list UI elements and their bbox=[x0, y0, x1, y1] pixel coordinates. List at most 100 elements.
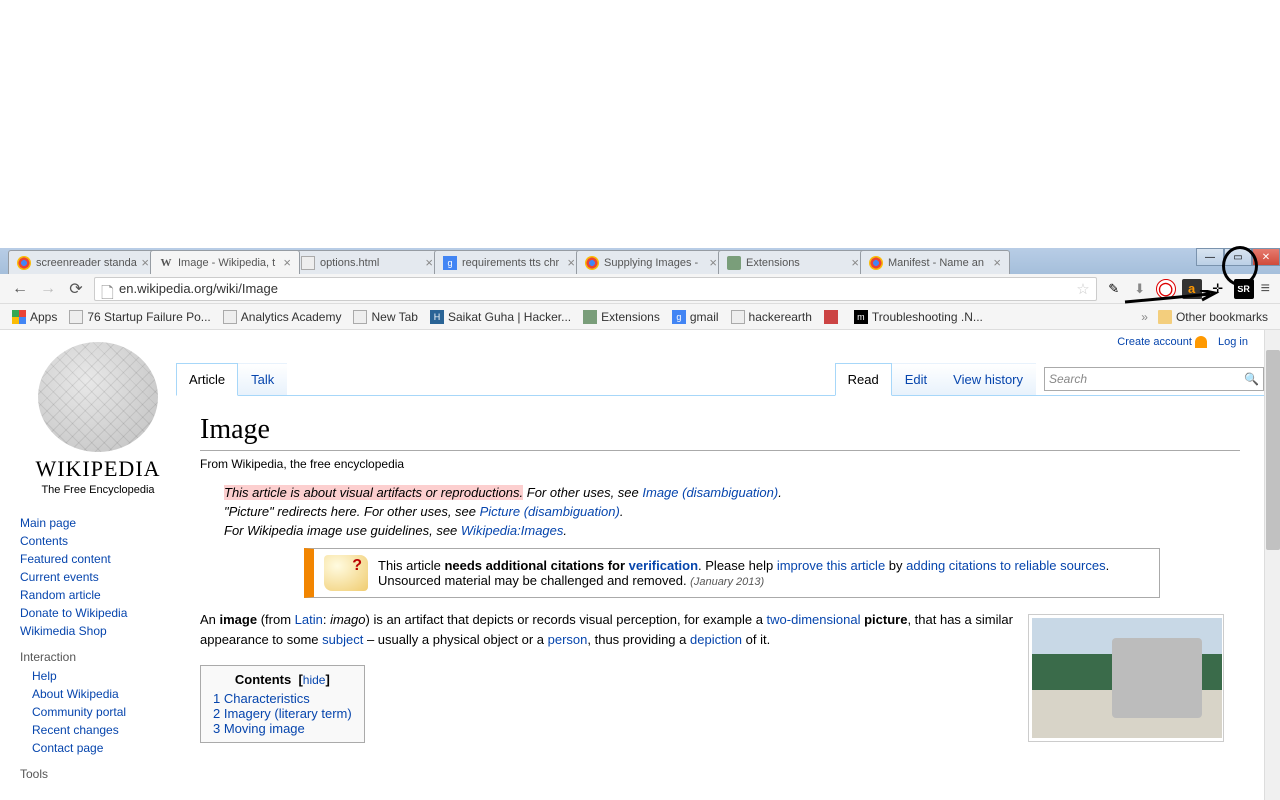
tab-manifest[interactable]: Manifest - Name an × bbox=[860, 250, 1010, 274]
nav-shop[interactable]: Wikimedia Shop bbox=[20, 622, 176, 640]
file-icon bbox=[223, 310, 237, 324]
table-of-contents: Contents [hide] 1 Characteristics 2 Imag… bbox=[200, 665, 365, 743]
nav-contents[interactable]: Contents bbox=[20, 532, 176, 550]
bookmark-label: hackerearth bbox=[749, 310, 812, 324]
close-icon[interactable]: × bbox=[567, 255, 575, 270]
m-icon: m bbox=[854, 310, 868, 324]
nav-contact[interactable]: Contact page bbox=[20, 739, 176, 757]
bookmark-item[interactable]: Analytics Academy bbox=[217, 306, 348, 328]
close-icon[interactable]: × bbox=[851, 255, 859, 270]
search-placeholder: Search bbox=[1049, 372, 1244, 386]
tab-talk[interactable]: Talk bbox=[238, 363, 287, 395]
link-latin[interactable]: Latin bbox=[295, 612, 323, 627]
chrome-menu-button[interactable]: ≡ bbox=[1257, 280, 1274, 298]
link-verification[interactable]: verification bbox=[629, 558, 698, 573]
bookmark-star-icon[interactable]: ☆ bbox=[1076, 280, 1089, 298]
link-improve[interactable]: improve this article bbox=[777, 558, 885, 573]
tab-options[interactable]: options.html × bbox=[292, 250, 442, 274]
bookmark-item[interactable]: 76 Startup Failure Po... bbox=[63, 306, 216, 328]
whitespace-top bbox=[0, 0, 1280, 248]
sr-extension-icon[interactable]: SR bbox=[1234, 279, 1254, 299]
tab-history[interactable]: View history bbox=[940, 363, 1036, 395]
file-icon bbox=[69, 310, 83, 324]
bookmark-item[interactable] bbox=[818, 306, 848, 328]
tab-label: Manifest - Name an bbox=[888, 257, 989, 269]
link-picture-disambig[interactable]: Picture (disambiguation) bbox=[480, 504, 620, 519]
close-icon[interactable]: × bbox=[141, 255, 149, 270]
back-button[interactable]: ← bbox=[8, 277, 32, 301]
bookmarks-bar: Apps 76 Startup Failure Po... Analytics … bbox=[0, 304, 1280, 330]
toc-item[interactable]: 3 Moving image bbox=[213, 721, 305, 736]
tab-article[interactable]: Article bbox=[176, 363, 238, 396]
file-icon bbox=[731, 310, 745, 324]
bookmark-item[interactable]: New Tab bbox=[347, 306, 423, 328]
create-account-link[interactable]: Create account bbox=[1117, 336, 1192, 348]
link-two-dimensional[interactable]: two-dimensional bbox=[767, 612, 861, 627]
nav-recent-changes[interactable]: Recent changes bbox=[20, 721, 176, 739]
nav-help[interactable]: Help bbox=[20, 667, 176, 685]
tab-read[interactable]: Read bbox=[835, 363, 892, 396]
apps-button[interactable]: Apps bbox=[6, 306, 63, 328]
bookmark-item[interactable]: Extensions bbox=[577, 306, 666, 328]
nav-about[interactable]: About Wikipedia bbox=[20, 685, 176, 703]
bookmark-label: Extensions bbox=[601, 310, 660, 324]
link-subject[interactable]: subject bbox=[322, 632, 363, 647]
nav-heading-tools: Tools bbox=[20, 757, 176, 784]
tab-label: Image - Wikipedia, t bbox=[178, 257, 279, 269]
tab-label: requirements tts chr bbox=[462, 257, 563, 269]
scrollbar-thumb[interactable] bbox=[1266, 350, 1280, 550]
wiki-search-input[interactable]: Search 🔍 bbox=[1044, 367, 1264, 391]
maximize-button[interactable]: ▭ bbox=[1224, 248, 1252, 266]
bookmark-item[interactable]: HSaikat Guha | Hacker... bbox=[424, 306, 577, 328]
wiki-wordmark: WIKIPEDIA bbox=[20, 456, 176, 482]
search-icon[interactable]: 🔍 bbox=[1244, 372, 1259, 386]
login-link[interactable]: Log in bbox=[1218, 336, 1248, 348]
wiki-tagline: The Free Encyclopedia bbox=[20, 484, 176, 496]
tab-requirements[interactable]: grequirements tts chr× bbox=[434, 250, 584, 274]
tab-screenreader[interactable]: screenreader standa × bbox=[8, 250, 158, 274]
nav-current-events[interactable]: Current events bbox=[20, 568, 176, 586]
reload-button[interactable]: ⟳ bbox=[64, 277, 88, 301]
close-window-button[interactable]: ✕ bbox=[1252, 248, 1280, 266]
favicon-icon bbox=[824, 310, 838, 324]
tab-label: options.html bbox=[320, 257, 421, 269]
close-icon[interactable]: × bbox=[425, 255, 433, 270]
close-icon[interactable]: × bbox=[709, 255, 717, 270]
nav-featured[interactable]: Featured content bbox=[20, 550, 176, 568]
link-depiction[interactable]: depiction bbox=[690, 632, 742, 647]
nav-random[interactable]: Random article bbox=[20, 586, 176, 604]
hatnote-picture: "Picture" redirects here. For other uses… bbox=[224, 504, 1240, 519]
link-adding-citations[interactable]: adding citations to reliable sources bbox=[906, 558, 1105, 573]
link-person[interactable]: person bbox=[548, 632, 588, 647]
close-icon[interactable]: × bbox=[283, 255, 291, 270]
tab-label: screenreader standa bbox=[36, 257, 137, 269]
toc-item[interactable]: 1 Characteristics bbox=[213, 691, 310, 706]
tab-supplying-images[interactable]: Supplying Images -× bbox=[576, 250, 726, 274]
tab-extensions[interactable]: Extensions × bbox=[718, 250, 868, 274]
page-icon: 🗋 bbox=[101, 282, 115, 296]
close-icon[interactable]: × bbox=[993, 255, 1001, 270]
tab-label: Extensions bbox=[746, 257, 847, 269]
nav-donate[interactable]: Donate to Wikipedia bbox=[20, 604, 176, 622]
wiki-logo[interactable]: WIKIPEDIA The Free Encyclopedia bbox=[20, 342, 176, 496]
annotation-arrow bbox=[1120, 290, 1220, 310]
toc-item[interactable]: 2 Imagery (literary term) bbox=[213, 706, 352, 721]
minimize-button[interactable]: — bbox=[1196, 248, 1224, 266]
folder-icon bbox=[1158, 310, 1172, 324]
toc-hide-link[interactable]: hide bbox=[303, 673, 326, 687]
address-bar[interactable]: 🗋 en.wikipedia.org/wiki/Image ☆ bbox=[94, 277, 1097, 301]
bookmark-item[interactable]: hackerearth bbox=[725, 306, 818, 328]
bookmark-item[interactable]: mTroubleshooting .N... bbox=[848, 306, 989, 328]
bookmark-item[interactable]: ggmail bbox=[666, 306, 725, 328]
link-wp-images[interactable]: Wikipedia:Images bbox=[461, 523, 563, 538]
forward-button[interactable]: → bbox=[36, 277, 60, 301]
nav-main-page[interactable]: Main page bbox=[20, 514, 176, 532]
apps-label: Apps bbox=[30, 310, 57, 324]
tab-wikipedia-image[interactable]: WImage - Wikipedia, t× bbox=[150, 250, 300, 274]
article-thumbnail[interactable] bbox=[1028, 614, 1224, 742]
nav-community[interactable]: Community portal bbox=[20, 703, 176, 721]
overflow-chevron-icon[interactable]: » bbox=[1141, 310, 1148, 324]
vertical-scrollbar[interactable] bbox=[1264, 330, 1280, 800]
tab-edit[interactable]: Edit bbox=[892, 363, 940, 395]
link-image-disambig[interactable]: Image (disambiguation) bbox=[642, 485, 778, 500]
